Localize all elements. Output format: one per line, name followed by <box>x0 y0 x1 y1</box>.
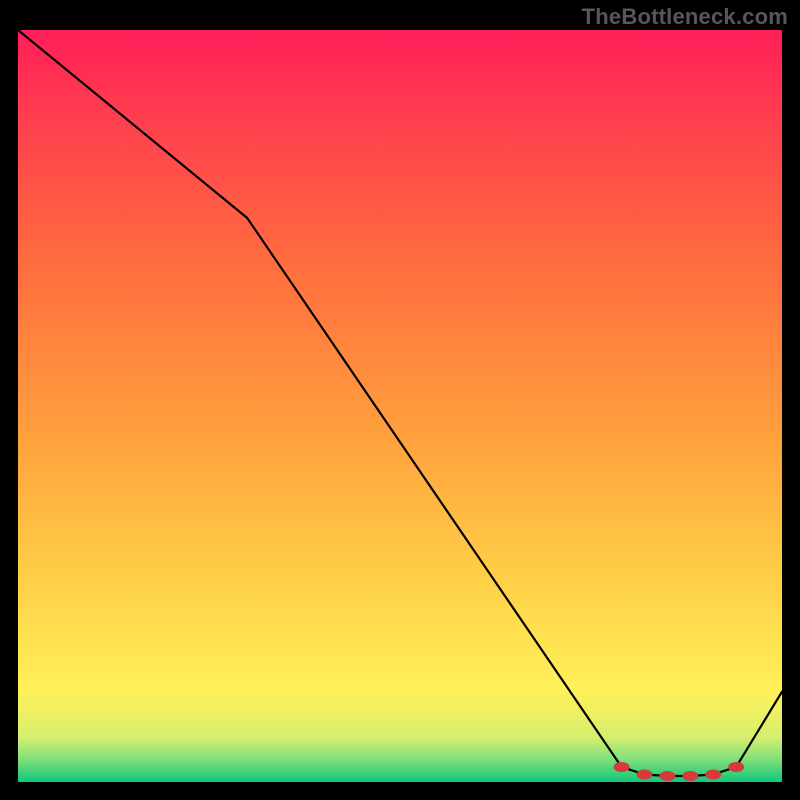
marker-dot <box>614 762 630 772</box>
gradient-background <box>18 30 782 782</box>
plot-area <box>18 30 782 782</box>
marker-dot <box>682 771 698 781</box>
marker-dot <box>636 769 652 779</box>
attribution-text: TheBottleneck.com <box>582 4 788 30</box>
marker-dot <box>659 771 675 781</box>
chart-container: TheBottleneck.com <box>0 0 800 800</box>
chart-svg <box>18 30 782 782</box>
marker-dot <box>728 762 744 772</box>
marker-dot <box>705 769 721 779</box>
